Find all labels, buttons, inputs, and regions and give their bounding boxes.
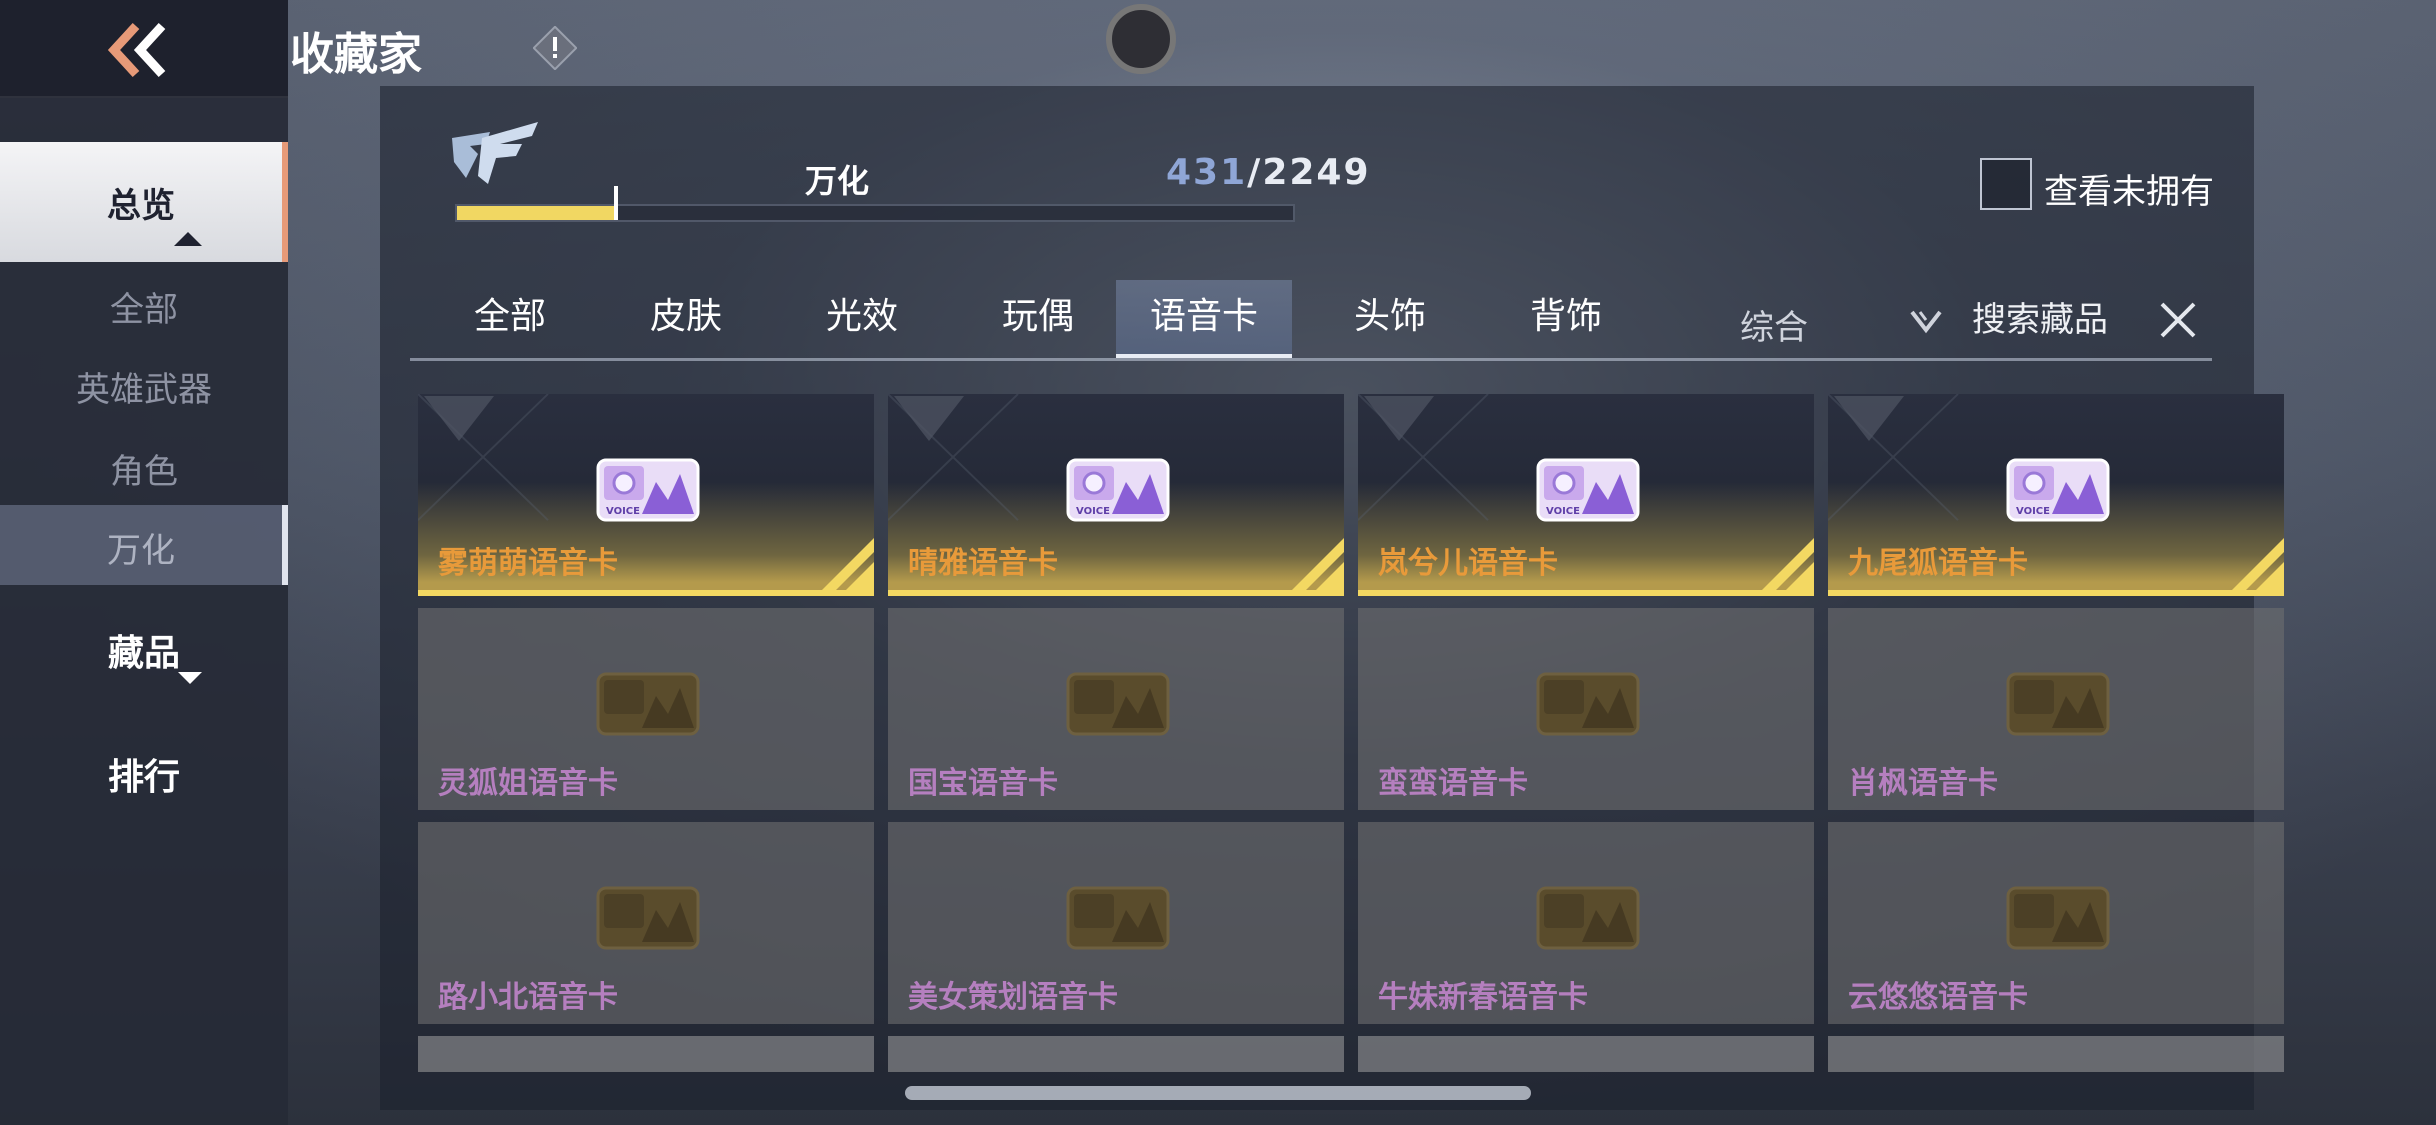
collection-card[interactable]: VOICE 晴雅语音卡 bbox=[888, 394, 1344, 596]
card-corner-stripe bbox=[1292, 538, 1344, 590]
voice-card-icon: VOICE bbox=[1066, 458, 1170, 522]
progress-bar bbox=[455, 186, 1295, 222]
tab-all[interactable]: 全部 bbox=[422, 280, 598, 358]
caret-up-icon bbox=[174, 232, 202, 246]
tab-voice-cards[interactable]: 语音卡 bbox=[1116, 280, 1292, 358]
card-corner bbox=[1834, 396, 1904, 441]
collection-card[interactable]: 灵狐姐语音卡 bbox=[418, 608, 874, 810]
svg-text:VOICE: VOICE bbox=[1076, 506, 1110, 517]
chevron-down-icon[interactable] bbox=[1908, 306, 1944, 336]
card-corner-stripe bbox=[2232, 538, 2284, 590]
sidebar-item-label: 总览 bbox=[107, 186, 175, 226]
card-corner-stripe bbox=[822, 538, 874, 590]
progress-fill bbox=[457, 206, 616, 220]
card-name: 美女策划语音卡 bbox=[908, 980, 1118, 1015]
voice-card-icon bbox=[1536, 886, 1640, 950]
collection-card[interactable]: VOICE 雾萌萌语音卡 bbox=[418, 394, 874, 596]
camera-notch bbox=[1106, 4, 1176, 74]
card-name: 肖枫语音卡 bbox=[1848, 766, 1998, 801]
collection-card[interactable]: 云悠悠语音卡 bbox=[1828, 822, 2284, 1024]
card-corner bbox=[424, 396, 494, 441]
close-icon[interactable] bbox=[2156, 298, 2200, 342]
voice-card-icon bbox=[1066, 886, 1170, 950]
progress-total: 2249 bbox=[1262, 152, 1371, 193]
collection-card[interactable]: VOICE 岚兮儿语音卡 bbox=[1358, 394, 1814, 596]
card-name: 九尾狐语音卡 bbox=[1848, 546, 2028, 581]
collection-card[interactable]: 蛮蛮语音卡 bbox=[1358, 608, 1814, 810]
voice-card-icon bbox=[596, 672, 700, 736]
sidebar-item-all[interactable]: 全部 bbox=[0, 282, 288, 331]
card-name: 灵狐姐语音卡 bbox=[438, 766, 618, 801]
tab-dolls[interactable]: 玩偶 bbox=[950, 280, 1126, 358]
cf-logo-icon bbox=[452, 122, 538, 184]
tab-effects[interactable]: 光效 bbox=[774, 280, 950, 358]
progress-separator: / bbox=[1247, 152, 1263, 193]
svg-text:VOICE: VOICE bbox=[606, 506, 640, 517]
search-input[interactable] bbox=[1972, 296, 2152, 344]
card-name: 牛妹新春语音卡 bbox=[1378, 980, 1588, 1015]
voice-card-icon: VOICE bbox=[1536, 458, 1640, 522]
horizontal-scrollbar[interactable] bbox=[905, 1086, 1531, 1100]
voice-card-icon: VOICE bbox=[596, 458, 700, 522]
collection-card[interactable]: 路小北语音卡 bbox=[418, 822, 874, 1024]
card-corner-stripe bbox=[1762, 538, 1814, 590]
card-corner bbox=[894, 396, 964, 441]
sort-dropdown[interactable]: 综合 bbox=[1740, 300, 1808, 349]
collection-card[interactable]: VOICE 九尾狐语音卡 bbox=[1828, 394, 2284, 596]
tab-backwear[interactable]: 背饰 bbox=[1478, 280, 1654, 358]
collection-card-partial[interactable] bbox=[1358, 1036, 1814, 1072]
collection-card[interactable]: 国宝语音卡 bbox=[888, 608, 1344, 810]
sidebar-item-characters[interactable]: 角色 bbox=[0, 444, 288, 493]
show-unowned-label: 查看未拥有 bbox=[2044, 172, 2214, 212]
collection-card-partial[interactable] bbox=[418, 1036, 874, 1072]
card-name: 云悠悠语音卡 bbox=[1848, 980, 2028, 1015]
double-chevron-left-icon[interactable] bbox=[100, 18, 180, 82]
sidebar-item-hero-weapons[interactable]: 英雄武器 bbox=[0, 362, 288, 411]
progress-label: 万化 bbox=[805, 162, 870, 200]
collection-card-partial[interactable] bbox=[1828, 1036, 2284, 1072]
collection-card[interactable]: 肖枫语音卡 bbox=[1828, 608, 2284, 810]
card-name: 蛮蛮语音卡 bbox=[1378, 766, 1528, 801]
card-name: 雾萌萌语音卡 bbox=[438, 546, 618, 581]
voice-card-icon bbox=[1536, 672, 1640, 736]
sidebar-item-wanhua[interactable]: 万化 bbox=[0, 505, 288, 585]
card-name: 岚兮儿语音卡 bbox=[1378, 546, 1558, 581]
voice-card-icon: VOICE bbox=[2006, 458, 2110, 522]
exclamation-diamond-icon[interactable] bbox=[533, 26, 577, 70]
show-unowned-checkbox[interactable] bbox=[1980, 158, 2032, 210]
tab-headwear[interactable]: 头饰 bbox=[1302, 280, 1478, 358]
card-name: 路小北语音卡 bbox=[438, 980, 618, 1015]
collection-card[interactable]: 美女策划语音卡 bbox=[888, 822, 1344, 1024]
caret-down-icon bbox=[178, 672, 202, 684]
voice-card-icon bbox=[2006, 672, 2110, 736]
svg-text:VOICE: VOICE bbox=[2016, 506, 2050, 517]
page-title: 收藏家 bbox=[290, 29, 422, 80]
card-corner bbox=[1364, 396, 1434, 441]
voice-card-icon bbox=[596, 886, 700, 950]
svg-text:VOICE: VOICE bbox=[1546, 506, 1580, 517]
sidebar-item-overview[interactable]: 总览 bbox=[0, 142, 288, 262]
tab-skins[interactable]: 皮肤 bbox=[598, 280, 774, 358]
voice-card-icon bbox=[2006, 886, 2110, 950]
sidebar-item-ranking[interactable]: 排行 bbox=[0, 748, 288, 800]
card-name: 国宝语音卡 bbox=[908, 766, 1058, 801]
progress-count: 431/2249 bbox=[1166, 152, 1371, 193]
progress-current: 431 bbox=[1166, 152, 1248, 193]
card-name: 晴雅语音卡 bbox=[908, 546, 1058, 581]
progress-marker bbox=[613, 186, 618, 220]
collection-card-partial[interactable] bbox=[888, 1036, 1344, 1072]
sidebar-item-collection[interactable]: 藏品 bbox=[0, 624, 288, 676]
sidebar-item-label: 万化 bbox=[107, 531, 175, 571]
collection-card[interactable]: 牛妹新春语音卡 bbox=[1358, 822, 1814, 1024]
voice-card-icon bbox=[1066, 672, 1170, 736]
